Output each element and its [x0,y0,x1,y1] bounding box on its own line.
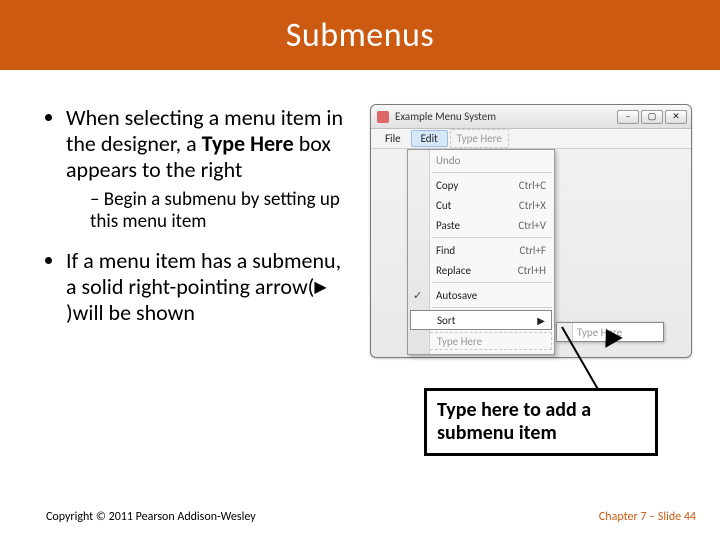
menu-separator [432,237,552,238]
menu-item-label: Autosave [436,289,477,302]
menu-item-replace[interactable]: Replace Ctrl+H [408,260,554,280]
menu-separator [432,172,552,173]
window-controls: – ▢ ✕ [617,110,687,124]
menu-item-sort[interactable]: Sort ▶ [410,310,552,330]
menu-item-label: Undo [436,154,460,167]
callout-text: Type here to add a submenu item [437,398,591,445]
bullet-2-text-post: )will be shown [66,299,195,326]
window-title: Example Menu System [395,110,611,123]
menubar-edit[interactable]: Edit [411,130,448,147]
menubar-file[interactable]: File [375,130,411,147]
menu-item-undo[interactable]: Undo [408,150,554,170]
slide-reference: Chapter 7 – Slide 44 [599,510,696,524]
window-titlebar: Example Menu System – ▢ ✕ [371,105,691,129]
menubar: File Edit Type Here [371,129,691,149]
bullet-content: When selecting a menu item in the design… [46,105,356,334]
menu-shortcut: Ctrl+X [519,199,546,212]
menubar-typehere[interactable]: Type Here [450,129,509,148]
bullet-2-text-pre: If a menu item has a submenu, a solid ri… [66,247,341,300]
minimize-button[interactable]: – [617,110,639,124]
menu-item-label: Find [436,244,455,257]
menu-item-copy[interactable]: Copy Ctrl+C [408,175,554,195]
right-arrow-icon: ▶ [314,279,326,298]
callout-box: Type here to add a submenu item [424,388,658,456]
menu-item-label: Type Here [437,335,482,348]
close-button[interactable]: ✕ [665,110,687,124]
edit-dropdown: Undo Copy Ctrl+C Cut Ctrl+X Paste Ctrl+V… [407,149,555,355]
copyright: Copyright © 2011 Pearson Addison-Wesley [46,510,256,524]
title-bar: Submenus [0,0,720,70]
menu-shortcut: Ctrl+H [518,264,546,277]
maximize-button[interactable]: ▢ [641,110,663,124]
page-title: Submenus [286,15,434,56]
menu-item-label: Cut [436,199,451,212]
menu-item-paste[interactable]: Paste Ctrl+V [408,215,554,235]
bullet-1-bold: Type Here [202,130,294,157]
designer-window: Example Menu System – ▢ ✕ File Edit Type… [370,104,692,358]
menu-item-find[interactable]: Find Ctrl+F [408,240,554,260]
menu-item-label: Paste [436,219,460,232]
menu-item-cut[interactable]: Cut Ctrl+X [408,195,554,215]
menu-item-label: Sort [437,314,455,327]
menu-item-autosave[interactable]: ✓ Autosave [408,285,554,305]
menu-shortcut: Ctrl+C [519,179,546,192]
menu-shortcut: Ctrl+F [520,244,546,257]
menu-item-typehere[interactable]: Type Here [410,332,552,350]
menu-separator [432,282,552,283]
submenu-arrow-icon: ▶ [537,314,545,327]
menu-separator [432,307,552,308]
check-icon: ✓ [413,289,422,302]
menu-item-label: Replace [436,264,471,277]
bullet-1: When selecting a menu item in the design… [66,105,356,234]
menu-item-label: Copy [436,179,458,192]
menu-shortcut: Ctrl+V [518,219,546,232]
app-icon [377,111,389,123]
bullet-1-sub: Begin a submenu by setting up this menu … [90,189,356,234]
bullet-2: If a menu item has a submenu, a solid ri… [66,248,356,326]
